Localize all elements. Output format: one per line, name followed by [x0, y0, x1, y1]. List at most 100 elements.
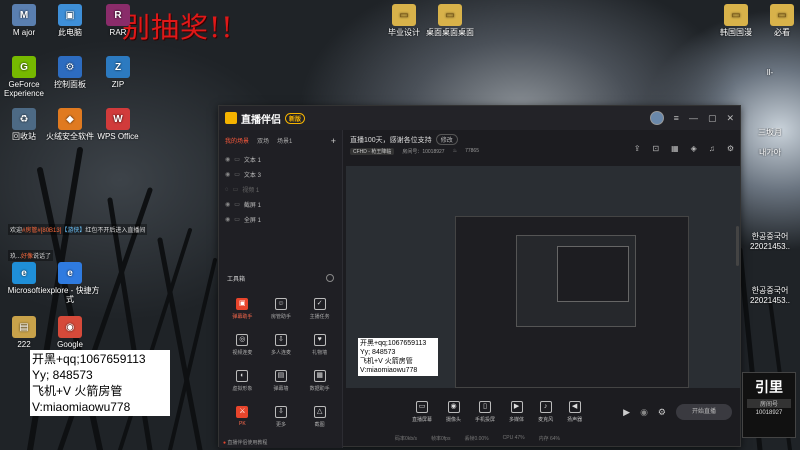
tool-multi-link[interactable]: ⇩ 多人连麦	[262, 334, 301, 356]
control-panel-icon: ⚙	[58, 56, 82, 78]
user-icon: ☺	[274, 298, 287, 310]
toolbox-settings-icon[interactable]	[326, 274, 334, 282]
google-chrome-icon: ◉	[58, 316, 82, 338]
room-label: 房间号	[747, 399, 791, 408]
speaker-button[interactable]: ◀ 扬声器	[567, 401, 582, 423]
left-panel: 我的场景 双场 场景1 + ◉ ▭ 文本 1 ◉ ▭ 文本 3 ◌ ▭ 视频 1 ◉ ▭ 截屏 …	[219, 130, 343, 448]
tool-room-manager[interactable]: ☺ 房管助手	[262, 298, 301, 320]
screen-icon: ▭	[416, 401, 428, 413]
tool-danmu-wall[interactable]: ▤ 弹幕墙	[262, 370, 301, 392]
desktop-icon-iexplore[interactable]: e iexplore - 快捷方式	[40, 262, 100, 304]
speaker-icon: ◀	[568, 401, 581, 413]
tool-danmu-assistant[interactable]: ▣ 弹幕助手	[223, 298, 262, 320]
desktop-icon-wps[interactable]: W WPS Office	[88, 108, 148, 141]
share-icon[interactable]: ⇪	[634, 144, 641, 153]
desktop-label-4[interactable]: 한공중국어	[742, 232, 798, 241]
desktop-label-6[interactable]: 한공중국어	[742, 286, 798, 295]
tab-my-scene[interactable]: 我的场景	[225, 136, 249, 146]
zip-icon: Z	[106, 56, 130, 78]
microphone-button[interactable]: ♪ 麦克风	[538, 401, 553, 423]
desktop-icon-google[interactable]: ◉ Google	[40, 316, 100, 349]
add-screen-button[interactable]: ▭ 直播屏幕	[412, 401, 432, 423]
source-item[interactable]: ◉ ▭ 截屏 1	[225, 197, 336, 212]
bottom-toolbar: ▭ 直播屏幕 ◉ 摄像头 ▯ 手机投屏 ▶ 多媒体 ♪ 麦克风 ◀ 扬声器 ▶ ◉ ⚙ 开始…	[344, 392, 740, 432]
shield-icon[interactable]: ◈	[691, 144, 697, 153]
more-icon: ⇩	[274, 406, 287, 418]
version-badge[interactable]: 新版	[285, 112, 306, 124]
source-item[interactable]: ◌ ▭ 视频 1	[225, 182, 336, 197]
desktop-label-5[interactable]: 22021453..	[742, 242, 798, 251]
source-item[interactable]: ◉ ▭ 文本 3	[225, 167, 336, 182]
status-bar: 码率0kb/s 帧率0fps 丢帧0.00% CPU 47% 内存 64%	[395, 435, 560, 442]
minimize-icon[interactable]: —	[689, 113, 698, 123]
desktop-icon-folder-desktop[interactable]: ▭ 桌面桌面桌面	[420, 4, 480, 37]
source-item[interactable]: ◉ ▭ 文本 1	[225, 152, 336, 167]
close-icon[interactable]: ✕	[726, 113, 734, 124]
tool-tasks[interactable]: ✓ 主播任务	[300, 298, 339, 320]
gift-icon: ♥	[313, 334, 326, 346]
recycle-bin-icon: ♻	[12, 108, 36, 130]
eye-icon[interactable]: ◉	[225, 156, 230, 163]
settings-icon[interactable]: ⚙	[727, 144, 734, 153]
gear-icon[interactable]: ⚙	[658, 407, 666, 418]
nested-preview	[455, 216, 689, 388]
source-item[interactable]: ◉ ▭ 全屏 1	[225, 212, 336, 227]
avatar[interactable]	[649, 111, 664, 125]
folder-icon: ▭	[392, 4, 416, 26]
phone-icon: ▯	[479, 401, 492, 413]
tutorial-link[interactable]: ● 直播伴侣使用教程	[223, 439, 267, 446]
preview-scrollbar[interactable]	[736, 226, 739, 266]
desktop-icon-zip[interactable]: Z ZIP	[88, 56, 148, 89]
tool-screenshot[interactable]: △ 截图	[300, 406, 339, 428]
desktop-label-1[interactable]: ll-	[742, 68, 798, 77]
tab-dual[interactable]: 双场	[257, 136, 269, 146]
phone-cast-button[interactable]: ▯ 手机投屏	[475, 401, 495, 423]
desktop-label-2[interactable]: 三坂月	[742, 128, 798, 137]
lock-icon[interactable]: ▭	[234, 216, 240, 223]
tool-pk[interactable]: ⚔ PK	[223, 406, 262, 428]
tool-data[interactable]: ▦ 数据助手	[300, 370, 339, 392]
desktop-icon-rar[interactable]: R RAR	[88, 4, 148, 37]
eye-icon[interactable]: ◉	[640, 407, 648, 418]
top-right-icons: ⇪ ⊡ ▦ ◈ ♫ ⚙	[634, 144, 734, 153]
eye-icon[interactable]: ◉	[225, 201, 230, 208]
brand-logo: 引里	[755, 379, 783, 395]
room-title: 直播100天，感谢各位支持	[350, 136, 432, 144]
bell-icon[interactable]: ♫	[709, 144, 715, 153]
title-bar[interactable]: 直播伴侣 新版 ≡ — ▢ ✕	[219, 106, 740, 130]
edit-title-button[interactable]: 修改	[435, 134, 458, 145]
start-live-button[interactable]: 开始直播	[676, 404, 732, 420]
edge-icon: e	[12, 262, 36, 284]
desktop-icon-folder-must-see[interactable]: ▭ 必看	[752, 4, 800, 37]
tool-video-link[interactable]: ◎ 视频连麦	[223, 334, 262, 356]
heat-count: 77865	[465, 148, 479, 154]
download-icon: ⇩	[274, 334, 287, 346]
avatar-icon: ◐	[236, 370, 249, 382]
eye-icon[interactable]: ◉	[225, 171, 230, 178]
tool-virtual-avatar[interactable]: ◐ 虚拟形象	[223, 370, 262, 392]
eye-icon[interactable]: ◉	[225, 216, 230, 223]
add-scene-icon[interactable]: +	[331, 136, 336, 146]
multimedia-button[interactable]: ▶ 多媒体	[509, 401, 524, 423]
live-room-widget[interactable]: 引里 房间号 10018927	[742, 372, 796, 438]
desktop-label-3[interactable]: 내가아	[742, 148, 798, 157]
lock-icon[interactable]: ▭	[234, 171, 240, 178]
lock-icon[interactable]: ▭	[234, 201, 240, 208]
menu-icon[interactable]: ≡	[674, 113, 679, 123]
eye-hidden-icon[interactable]: ◌	[225, 187, 229, 193]
lock-icon[interactable]: ▭	[233, 186, 239, 193]
record-icon[interactable]: ▶	[623, 407, 630, 418]
task-icon: ✓	[313, 298, 326, 310]
tool-more[interactable]: ⇩ 更多	[262, 406, 301, 428]
lock-icon[interactable]: ⊡	[652, 144, 659, 153]
add-camera-button[interactable]: ◉ 摄像头	[446, 401, 461, 423]
tool-gift-wall[interactable]: ♥ 礼物墙	[300, 334, 339, 356]
maximize-icon[interactable]: ▢	[708, 113, 717, 124]
layout-icon[interactable]: ▦	[671, 144, 679, 153]
desktop-label-7[interactable]: 22021453..	[742, 296, 798, 305]
tab-scene-1[interactable]: 场景1	[277, 136, 292, 146]
geforce-icon: G	[12, 56, 36, 78]
lock-icon[interactable]: ▭	[234, 156, 240, 163]
game-category-tag[interactable]: CFHD - 枪王降临	[350, 148, 395, 155]
play-icon: ▶	[510, 401, 523, 413]
